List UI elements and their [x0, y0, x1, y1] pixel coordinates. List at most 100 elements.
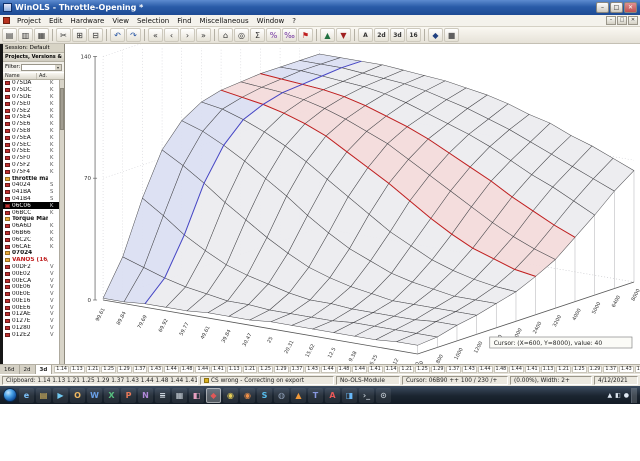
list-item[interactable]: 075E8 K [3, 128, 59, 135]
list-item[interactable]: 012AE V [3, 311, 59, 318]
list-item[interactable]: 06B66 K [3, 230, 59, 237]
taskbar-excel-icon[interactable]: X [104, 387, 119, 403]
taskbar-notepad-icon[interactable]: ≡ [155, 387, 170, 403]
toolbar-percent-button[interactable]: % [266, 28, 281, 42]
list-item[interactable]: 041BA S [3, 189, 59, 196]
close-button[interactable]: ✕ [624, 2, 637, 13]
list-item[interactable]: 06C2C K [3, 236, 59, 243]
list-item[interactable]: 00E06 V [3, 284, 59, 291]
taskbar-skype-icon[interactable]: S [257, 387, 272, 403]
throttle-map-3d-chart[interactable]: 0 70 140 99.61 89.84 79.69 69.92 59.77 49.61 39.8… [65, 44, 640, 364]
menu-hardware[interactable]: Hardware [67, 16, 109, 26]
mdi-restore-button[interactable]: □ [617, 16, 627, 25]
menu-selection[interactable]: Selection [133, 16, 173, 26]
toolbar-search-button[interactable]: ◎ [234, 28, 249, 42]
toolbar-undo-button[interactable]: ↶ [110, 28, 125, 42]
tab-16d[interactable]: 16d [0, 365, 20, 374]
list-item[interactable]: 06A6D K [3, 223, 59, 230]
sidebar-scrollbar-thumb[interactable] [60, 88, 64, 130]
toolbar-value-down-button[interactable]: ▼ [336, 28, 351, 42]
taskbar-paint-icon[interactable]: ◧ [189, 387, 204, 403]
toolbar-sum-button[interactable]: Σ [250, 28, 265, 42]
menu-edit[interactable]: Edit [45, 16, 67, 26]
toolbar-view-16-button[interactable]: 16 [406, 28, 421, 42]
tab-2d[interactable]: 2d [19, 365, 36, 374]
list-item[interactable]: 075F2 K [3, 162, 59, 169]
list-item[interactable]: 00ECA V [3, 277, 59, 284]
taskbar-chrome-icon[interactable]: ◉ [223, 387, 238, 403]
menu-miscellaneous[interactable]: Miscellaneous [196, 16, 253, 26]
list-item[interactable]: 06CAE K [3, 243, 59, 250]
taskbar-internet-explorer-icon[interactable]: e [19, 387, 34, 403]
taskbar-steam-icon[interactable]: ◍ [274, 387, 289, 403]
list-item[interactable]: 00EE6 V [3, 304, 59, 311]
title-bar[interactable]: WinOLS - Throttle-Opening * – □ ✕ [0, 0, 640, 15]
list-item[interactable]: 075DC K [3, 87, 59, 94]
menu-project[interactable]: Project [13, 16, 45, 26]
toolbar-new-button[interactable]: ▤ [2, 28, 17, 42]
toolbar-copy-button[interactable]: ⊞ [72, 28, 87, 42]
list-item[interactable]: 00DF2 V [3, 264, 59, 271]
toolbar-value-up-button[interactable]: ▲ [320, 28, 335, 42]
taskbar-settings-icon[interactable]: ⊙ [376, 387, 391, 403]
taskbar-word-icon[interactable]: W [87, 387, 102, 403]
list-item[interactable]: 012E2 V [3, 331, 59, 338]
list-item[interactable]: 0127E V [3, 318, 59, 325]
taskbar-media-player-icon[interactable]: ▶ [53, 387, 68, 403]
taskbar-winols-icon[interactable]: ◆ [206, 387, 221, 403]
taskbar-firefox-icon[interactable]: ◉ [240, 387, 255, 403]
toolbar-flag-button[interactable]: ⚑ [298, 28, 313, 42]
taskbar-vlc-icon[interactable]: ▲ [291, 387, 306, 403]
mdi-minimize-button[interactable]: – [606, 16, 616, 25]
toolbar-print-button[interactable]: ⊟ [88, 28, 103, 42]
tray-icon[interactable]: ◧ [615, 392, 621, 399]
sidebar-scrollbar[interactable] [59, 80, 64, 364]
taskbar-outlook-icon[interactable]: O [70, 387, 85, 403]
tray-icon[interactable]: ▲ [607, 392, 612, 399]
toolbar-diff-button[interactable]: ◆ [428, 28, 443, 42]
list-item[interactable]: 075EC K [3, 141, 59, 148]
tab-3d[interactable]: 3d [35, 365, 53, 374]
toolbar-next-button[interactable]: › [180, 28, 195, 42]
menu-view[interactable]: View [108, 16, 133, 26]
column-header-address[interactable]: Ad. [37, 73, 64, 79]
toolbar-first-button[interactable]: « [148, 28, 163, 42]
taskbar-calculator-icon[interactable]: ▦ [172, 387, 187, 403]
toolbar-save-button[interactable]: ▦ [34, 28, 49, 42]
list-item[interactable]: Torque Manag [3, 216, 59, 223]
list-item[interactable]: 041B4 S [3, 196, 59, 203]
tray-icon[interactable]: ● [624, 392, 629, 399]
taskbar-photoshop-icon[interactable]: ◨ [342, 387, 357, 403]
list-item[interactable]: 00E0E V [3, 291, 59, 298]
list-item[interactable]: 075F4 K [3, 168, 59, 175]
list-item[interactable]: 075DE K [3, 94, 59, 101]
map-3d-view[interactable]: 0 70 140 99.61 89.84 79.69 69.92 59.77 49.61 39.8… [65, 44, 640, 364]
column-header-name[interactable]: Name [3, 73, 37, 79]
list-item[interactable]: 06BCC K [3, 209, 59, 216]
mdi-close-button[interactable]: ✕ [628, 16, 638, 25]
list-item[interactable]: VANOS (16/1 [3, 257, 59, 264]
show-desktop-button[interactable] [631, 387, 637, 403]
list-item[interactable]: 00E02 V [3, 270, 59, 277]
menu-find[interactable]: Find [173, 16, 195, 26]
menu-help[interactable]: ? [288, 16, 300, 26]
toolbar-last-button[interactable]: » [196, 28, 211, 42]
list-item[interactable]: 075E0 K [3, 100, 59, 107]
list-item[interactable]: throttle maps [3, 175, 59, 182]
toolbar-permille-button[interactable]: ‰ [282, 28, 297, 42]
list-item[interactable]: 075DA K [3, 80, 59, 87]
list-item[interactable]: 075E2 K [3, 107, 59, 114]
taskbar-onenote-icon[interactable]: N [138, 387, 153, 403]
list-item[interactable]: 075E4 K [3, 114, 59, 121]
maximize-button[interactable]: □ [610, 2, 623, 13]
list-item[interactable]: 075EA K [3, 134, 59, 141]
toolbar-open-folder-button[interactable]: ▥ [18, 28, 33, 42]
minimize-button[interactable]: – [596, 2, 609, 13]
taskbar-powerpoint-icon[interactable]: P [121, 387, 136, 403]
toolbar-checker-button[interactable]: ■ [444, 28, 459, 42]
toolbar-redo-button[interactable]: ↷ [126, 28, 141, 42]
list-item[interactable]: 04024 S [3, 182, 59, 189]
toolbar-view-3d-button[interactable]: 3d [390, 28, 405, 42]
list-item[interactable]: 07024 [3, 250, 59, 257]
filter-combobox[interactable]: ▾ [21, 63, 62, 71]
